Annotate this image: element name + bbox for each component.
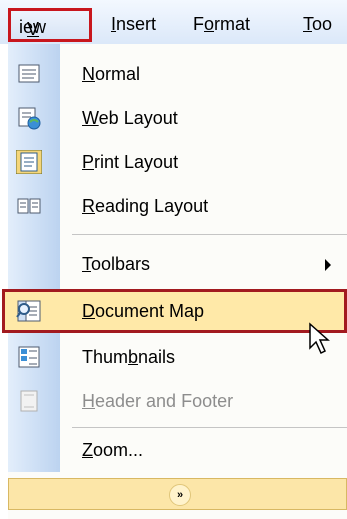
reading-layout-icon <box>16 194 42 218</box>
mouse-pointer-icon <box>308 322 332 358</box>
menu-item-header-footer-label: Header and Footer <box>82 391 234 411</box>
menu-item-reading-layout-label: Reading Layout <box>82 196 209 216</box>
menu-view[interactable]: View <box>8 8 92 42</box>
thumbnails-icon <box>16 345 42 369</box>
menu-item-web-layout[interactable]: Web Layout <box>8 96 347 140</box>
menu-format[interactable]: Format <box>193 10 250 38</box>
expand-chevrons-icon: » <box>169 484 191 506</box>
menu-view-label: View <box>19 17 47 39</box>
menu-bar: View Insert Format Too <box>0 0 347 44</box>
menu-item-zoom-label: Zoom... <box>82 440 144 460</box>
header-footer-icon <box>16 389 42 413</box>
document-map-icon <box>16 299 42 323</box>
menu-item-thumbnails-label: Thumbnails <box>82 347 176 367</box>
menu-separator <box>72 234 347 235</box>
menu-item-toolbars[interactable]: Toolbars <box>8 242 347 286</box>
menu-item-normal[interactable]: Normal <box>8 52 347 96</box>
menu-item-print-layout-label: Print Layout <box>82 152 179 172</box>
menu-insert[interactable]: Insert <box>111 10 156 38</box>
menu-item-document-map-label: Document Map <box>82 301 205 321</box>
print-layout-icon <box>15 149 43 175</box>
menu-item-thumbnails[interactable]: Thumbnails <box>8 335 347 379</box>
menu-item-zoom[interactable]: Zoom... <box>8 428 347 472</box>
view-menu-dropdown: Normal Web Layout Print Layout Reading L… <box>2 44 347 519</box>
web-layout-icon <box>16 106 42 130</box>
menu-item-toolbars-label: Toolbars <box>82 254 151 274</box>
menu-item-web-layout-label: Web Layout <box>82 108 178 128</box>
menu-item-document-map[interactable]: Document Map <box>2 289 347 333</box>
menu-item-normal-label: Normal <box>82 64 141 84</box>
menu-expand-button[interactable]: » <box>8 478 347 510</box>
menu-tools[interactable]: Too <box>303 10 332 38</box>
menu-item-header-footer[interactable]: Header and Footer <box>8 379 347 423</box>
normal-view-icon <box>16 62 42 86</box>
menu-item-reading-layout[interactable]: Reading Layout <box>8 184 347 228</box>
submenu-arrow-icon <box>325 259 331 271</box>
menu-item-print-layout[interactable]: Print Layout <box>8 140 347 184</box>
